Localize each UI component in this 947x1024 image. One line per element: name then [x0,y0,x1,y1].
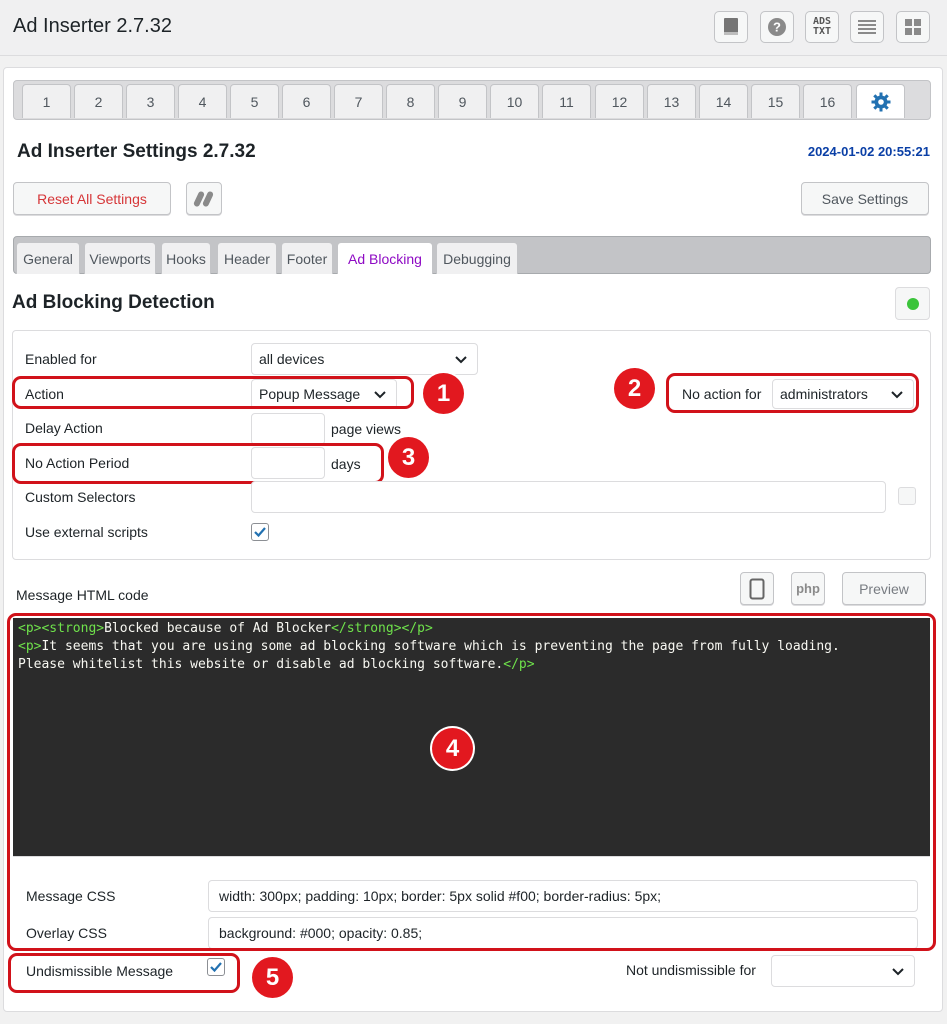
tab-block-14[interactable]: 14 [699,84,748,118]
svg-text:?: ? [773,20,781,35]
ads-txt-icon: ADS TXT [812,16,832,37]
tab-block-10[interactable]: 10 [490,84,539,118]
settings-title: Ad Inserter Settings 2.7.32 [17,141,256,162]
pills-button[interactable] [186,182,222,215]
marker-4: 4 [432,728,473,769]
help-button[interactable]: ? [760,11,794,43]
tab-header[interactable]: Header [217,242,277,274]
not-undismissible-label: Not undismissible for [626,962,756,978]
mobile-preview-button[interactable] [740,572,774,605]
enabled-for-select[interactable]: all devices [251,343,478,375]
tab-debugging[interactable]: Debugging [436,242,518,274]
php-button[interactable]: php [791,572,825,605]
book-icon [724,18,738,35]
marker-3: 3 [388,437,429,478]
tab-settings[interactable] [856,84,905,118]
gear-icon [871,92,890,111]
tab-block-16[interactable]: 16 [803,84,852,118]
grid-icon [905,19,921,35]
tab-block-3[interactable]: 3 [126,84,175,118]
marker-2: 2 [614,368,655,409]
enabled-for-value: all devices [259,351,325,367]
highlight-message [7,613,936,951]
delay-action-input[interactable] [251,413,325,445]
list-view-button[interactable] [850,11,884,43]
tablet-icon [749,578,765,599]
list-icon [858,20,876,34]
custom-selectors-input[interactable] [251,481,886,513]
marker-1: 1 [423,373,464,414]
tab-block-11[interactable]: 11 [542,84,591,118]
save-settings-button[interactable]: Save Settings [801,182,929,215]
custom-selectors-checkbox[interactable] [898,487,916,505]
tab-block-9[interactable]: 9 [438,84,487,118]
marker-5: 5 [252,957,293,998]
highlight-period [12,443,384,484]
help-icon: ? [768,18,786,36]
tab-block-1[interactable]: 1 [22,84,71,118]
section-title: Ad Blocking Detection [12,292,215,313]
tab-viewports[interactable]: Viewports [84,242,156,274]
delay-action-label: Delay Action [25,420,103,436]
external-scripts-checkbox[interactable] [251,523,269,541]
message-html-label: Message HTML code [16,587,149,603]
tab-ad-blocking[interactable]: Ad Blocking [337,242,433,274]
pills-icon [193,190,214,207]
highlight-no-action-for [666,373,919,413]
tab-block-4[interactable]: 4 [178,84,227,118]
highlight-undismissible [8,953,240,993]
app-title: Ad Inserter 2.7.32 [13,15,172,37]
tab-general[interactable]: General [16,242,80,274]
enabled-for-label: Enabled for [25,351,97,367]
tab-hooks[interactable]: Hooks [161,242,211,274]
tab-block-12[interactable]: 12 [595,84,644,118]
tab-block-6[interactable]: 6 [282,84,331,118]
chevron-down-icon [892,968,904,976]
chevron-down-icon [455,356,467,364]
not-undismissible-select[interactable] [771,955,915,987]
tab-block-13[interactable]: 13 [647,84,696,118]
tab-block-8[interactable]: 8 [386,84,435,118]
preview-button[interactable]: Preview [842,572,926,605]
grid-view-button[interactable] [896,11,930,43]
status-dot-icon [906,297,919,310]
ads-txt-button[interactable]: ADS TXT [805,11,839,43]
delay-unit: page views [331,421,402,437]
external-scripts-label: Use external scripts [25,524,148,540]
status-indicator[interactable] [895,287,930,320]
reset-settings-button[interactable]: Reset All Settings [13,182,171,215]
tab-block-15[interactable]: 15 [751,84,800,118]
tab-block-5[interactable]: 5 [230,84,279,118]
tab-block-2[interactable]: 2 [74,84,123,118]
checkmark-icon [254,527,266,538]
tab-block-7[interactable]: 7 [334,84,383,118]
documentation-button[interactable] [714,11,748,43]
highlight-action [12,376,414,409]
tab-footer[interactable]: Footer [281,242,333,274]
timestamp: 2024-01-02 20:55:21 [807,144,930,159]
custom-selectors-label: Custom Selectors [25,489,136,505]
